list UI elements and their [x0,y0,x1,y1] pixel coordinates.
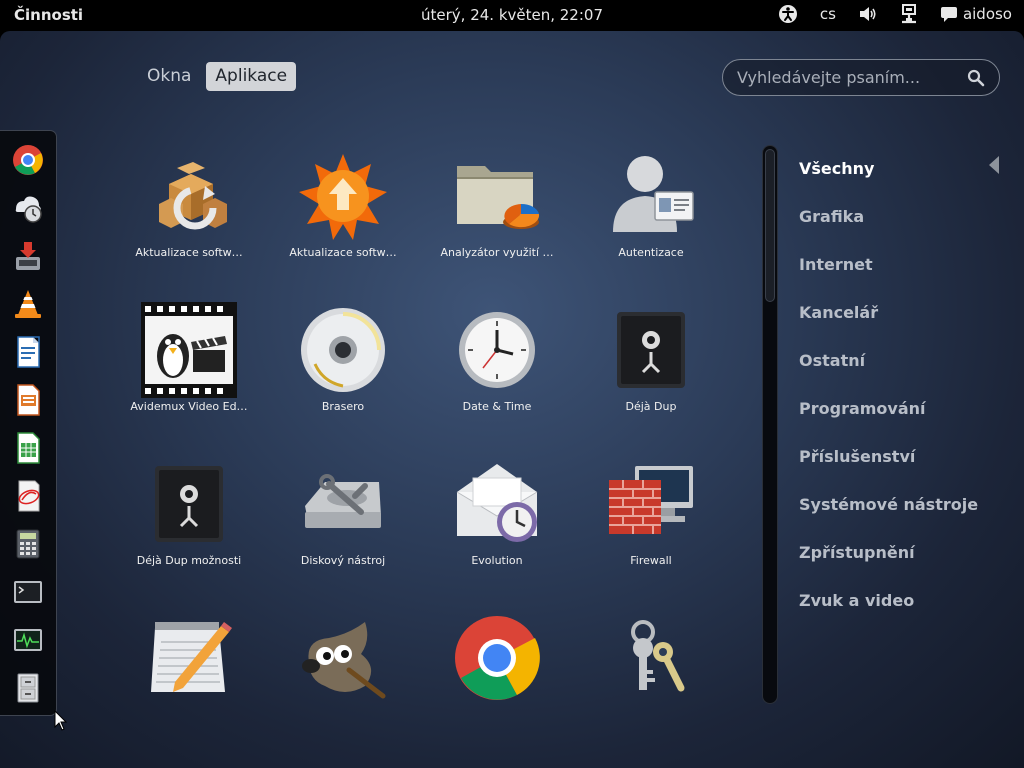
disk-utility-icon [295,456,391,552]
clock-icon [449,302,545,398]
app-deja-dup[interactable]: Déjà Dup [576,302,726,413]
app-firewall[interactable]: Firewall [576,456,726,567]
app-authentication[interactable]: Autentizace [576,148,726,259]
search-icon [967,69,985,87]
impress-icon[interactable] [11,383,45,417]
category-other[interactable]: Ostatní [799,350,978,398]
category-all[interactable]: Všechny [799,158,978,206]
app-label: Analyzátor využití … [440,246,554,259]
app-chrome[interactable] [422,610,572,708]
category-office[interactable]: Kancelář [799,302,978,350]
chat-bubble-icon [940,6,957,22]
scrollbar-thumb[interactable] [765,149,775,302]
app-disk-usage-analyzer[interactable]: Analyzátor využití … [422,148,572,259]
category-internet[interactable]: Internet [799,254,978,302]
category-system-tools[interactable]: Systémové nástroje [799,494,978,542]
search-box[interactable] [722,59,1000,96]
installer-icon[interactable] [11,239,45,273]
brasero-disc-icon [295,302,391,398]
category-accessories[interactable]: Příslušenství [799,446,978,494]
app-text-editor[interactable] [114,610,264,708]
chrome-icon [449,610,545,706]
terminal-icon[interactable] [11,575,45,609]
app-gimp[interactable] [268,610,418,708]
app-evolution[interactable]: Evolution [422,456,572,567]
app-deja-dup-options[interactable]: Déjà Dup možnosti [114,456,264,567]
user-name: aidoso [962,5,1012,23]
tab-applications[interactable]: Aplikace [206,62,297,91]
chrome-icon[interactable] [11,143,45,177]
top-bar: Činnosti úterý, 24. květen, 22:07 cs aid… [0,0,1024,31]
app-date-time[interactable]: Date & Time [422,302,572,413]
avidemux-icon [141,302,237,398]
gimp-icon [295,610,391,706]
keyboard-layout-indicator[interactable]: cs [820,5,836,23]
app-label: Firewall [630,554,672,567]
selected-category-arrow-icon [989,156,999,174]
view-selector: Okna Aplikace [138,62,297,91]
app-label: Avidemux Video Ed… [130,400,248,413]
activities-overview: Okna Aplikace Vyhledávejte psaním... Akt… [0,31,1024,768]
mouse-cursor-icon [54,710,68,731]
evolution-mail-icon[interactable] [11,479,45,513]
app-grid-scrollbar[interactable] [762,145,778,704]
text-editor-icon [141,610,237,706]
category-accessibility[interactable]: Zpřístupnění [799,542,978,590]
calculator-icon[interactable] [11,527,45,561]
authentication-icon [603,148,699,244]
app-label: Déjà Dup možnosti [136,554,242,567]
calc-icon[interactable] [11,431,45,465]
deja-dup-safe-icon [603,302,699,398]
app-label: Date & Time [462,400,532,413]
backup-clock-icon[interactable] [11,191,45,225]
keys-icon [603,610,699,706]
file-cabinet-icon[interactable] [11,671,45,705]
volume-icon[interactable] [858,5,878,23]
category-list: Všechny Grafika Internet Kancelář Ostatn… [799,158,978,638]
system-monitor-icon[interactable] [11,623,45,657]
app-label: Brasero [321,400,365,413]
app-label: Evolution [471,554,523,567]
app-label: Diskový nástroj [300,554,386,567]
app-disk-utility[interactable]: Diskový nástroj [268,456,418,567]
app-label: Autentizace [618,246,684,259]
app-brasero[interactable]: Brasero [268,302,418,413]
app-software-update[interactable]: Aktualizace softw… [114,148,264,259]
search-input[interactable] [737,68,957,87]
system-tray: cs aidoso [756,4,1012,24]
deja-dup-options-icon [141,456,237,552]
tab-windows[interactable]: Okna [138,62,200,91]
app-label: Déjà Dup [625,400,677,413]
firewall-icon [603,456,699,552]
network-wired-icon[interactable] [900,4,918,24]
disk-usage-analyzer-icon [449,148,545,244]
app-avidemux[interactable]: Avidemux Video Ed… [114,302,264,413]
evolution-icon [449,456,545,552]
app-label: Aktualizace softw… [135,246,243,259]
app-passwords-keys[interactable] [576,610,726,708]
update-star-icon [295,148,391,244]
app-label: Aktualizace softw… [289,246,397,259]
category-graphics[interactable]: Grafika [799,206,978,254]
dash [0,130,57,716]
vlc-icon[interactable] [11,287,45,321]
accessibility-icon[interactable] [778,4,798,24]
writer-icon[interactable] [11,335,45,369]
user-menu[interactable]: aidoso [940,5,1012,23]
category-sound-video[interactable]: Zvuk a video [799,590,978,638]
app-software-update-2[interactable]: Aktualizace softw… [268,148,418,259]
category-programming[interactable]: Programování [799,398,978,446]
package-update-icon [141,148,237,244]
